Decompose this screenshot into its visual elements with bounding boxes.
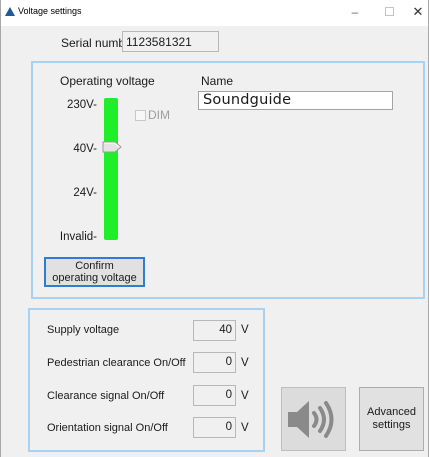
name-input[interactable]: Soundguide xyxy=(198,91,393,110)
supply-voltage-unit: V xyxy=(241,324,249,336)
orientation-signal-unit: V xyxy=(241,422,249,434)
minimize-button[interactable]: – xyxy=(342,3,368,21)
serial-number-field: 1123581321 xyxy=(122,31,219,52)
voltage-slider-track[interactable] xyxy=(104,98,118,240)
orientation-signal-value: 0 xyxy=(193,417,236,438)
clearance-signal-label: Clearance signal On/Off xyxy=(47,390,165,402)
pedestrian-clearance-value: 0 xyxy=(193,352,236,373)
operating-voltage-label: Operating voltage xyxy=(60,74,155,88)
speaker-icon xyxy=(288,401,334,438)
advanced-button-line2: settings xyxy=(372,419,411,431)
confirm-operating-voltage-button[interactable]: Confirm operating voltage xyxy=(44,257,145,287)
close-button[interactable]: ✕ xyxy=(405,3,429,21)
supply-voltage-value: 40 xyxy=(193,320,236,341)
app-triangle-icon xyxy=(5,7,15,16)
voltage-settings-window: Voltage settings – ✕ Serial number 11235… xyxy=(0,0,429,457)
confirm-button-line1: Confirm xyxy=(75,260,114,272)
voltage-slider-thumb[interactable] xyxy=(102,140,122,154)
advanced-button-line1: Advanced xyxy=(367,406,416,418)
maximize-icon xyxy=(384,7,394,16)
voltage-level-invalid: Invalid- xyxy=(59,231,97,243)
window-title: Voltage settings xyxy=(18,6,82,16)
pedestrian-clearance-unit: V xyxy=(241,357,249,369)
title-bar[interactable]: Voltage settings – ✕ xyxy=(1,0,428,26)
supply-voltage-label: Supply voltage xyxy=(47,324,120,336)
dim-label: DIM xyxy=(148,108,170,122)
orientation-signal-label: Orientation signal On/Off xyxy=(47,422,168,434)
pedestrian-clearance-label: Pedestrian clearance On/Off xyxy=(47,357,186,369)
voltage-level-230: 230V- xyxy=(66,99,97,111)
voltage-level-40: 40V- xyxy=(73,143,97,155)
advanced-settings-button[interactable]: Advanced settings xyxy=(359,387,424,451)
maximize-button xyxy=(376,3,402,21)
sound-button[interactable] xyxy=(281,387,346,451)
name-label: Name xyxy=(201,74,234,88)
dim-checkbox[interactable] xyxy=(135,110,146,121)
clearance-signal-unit: V xyxy=(241,390,249,402)
clearance-signal-value: 0 xyxy=(193,385,236,406)
voltage-level-24: 24V- xyxy=(73,187,97,199)
confirm-button-line2: operating voltage xyxy=(52,272,137,284)
